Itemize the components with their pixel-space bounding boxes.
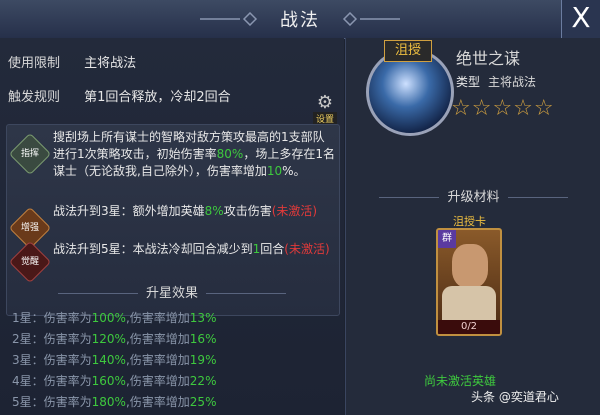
- upgrade-material-header: 升级材料: [346, 186, 600, 205]
- faction-badge: 群: [438, 230, 456, 248]
- command-badge-icon: 指挥: [8, 132, 52, 176]
- hero-card-label: 沮授卡: [453, 215, 486, 228]
- star-row: 2星：伤害率为120%,伤害率增加16%: [12, 332, 217, 346]
- skill-upgrade5-text: 战法升到5星：本战法冷却回合减少到1回合(未激活): [53, 242, 330, 256]
- use-limit-label: 使用限制: [8, 56, 61, 71]
- skill-name: 绝世之谋: [456, 49, 521, 68]
- hero-face-image: [452, 244, 488, 288]
- page-title: 战法: [280, 10, 320, 31]
- title-bar: 战法 X: [0, 0, 600, 39]
- star-row: 3星：伤害率为140%,伤害率增加19%: [12, 353, 217, 367]
- skill-type-value: 主将战法: [488, 75, 537, 89]
- close-button[interactable]: X: [561, 0, 600, 38]
- hero-card[interactable]: 群 0/2: [436, 228, 502, 336]
- watermark: 头条 @奕道君心: [471, 390, 559, 404]
- use-limit-row: 使用限制 主将战法: [8, 52, 136, 71]
- title-ornament-right-icon: [342, 12, 400, 26]
- trigger-value: 第1回合释放，冷却2回合: [84, 90, 231, 105]
- settings-button[interactable]: ⚙ 设置: [313, 92, 337, 125]
- skill-type-label: 类型: [456, 75, 481, 89]
- star-rating-icon: ☆☆☆☆☆: [451, 96, 555, 121]
- star-row: 5星：伤害率为180%,伤害率增加25%: [12, 395, 217, 409]
- star-row: 1星：伤害率为100%,伤害率增加13%: [12, 311, 217, 325]
- card-progress: 0/2: [438, 320, 500, 334]
- skill-type: 类型 主将战法: [456, 73, 536, 90]
- skill-upgrade3-text: 战法升到3星：额外增加英雄8%攻击伤害(未激活): [53, 204, 318, 218]
- activation-status: 尚未激活英雄: [424, 374, 497, 388]
- skill-detail-panel: 使用限制 主将战法 触发规则 第1回合释放，冷却2回合 ⚙ 设置 指挥 搜刮场上…: [0, 38, 344, 415]
- skill-summary-panel: 沮授 绝世之谋 类型 主将战法 ☆☆☆☆☆ 升级材料 沮授卡 群 0/2 尚未激活…: [345, 38, 600, 415]
- star-effect-header: 升星效果: [0, 282, 344, 301]
- use-limit-value: 主将战法: [84, 56, 137, 71]
- gear-icon: ⚙: [316, 92, 334, 113]
- skill-main-text: 搜刮场上所有谋士的智略对敌方策攻最高的1支部队进行1次策略攻击，初始伤害率80%…: [53, 130, 335, 178]
- awaken-badge-icon: 觉醒: [8, 240, 52, 284]
- star-row: 4星：伤害率为160%,伤害率增加22%: [12, 374, 217, 388]
- trigger-label: 触发规则: [8, 90, 61, 105]
- hero-name-tag: 沮授: [384, 40, 432, 62]
- trigger-row: 触发规则 第1回合释放，冷却2回合: [8, 86, 231, 105]
